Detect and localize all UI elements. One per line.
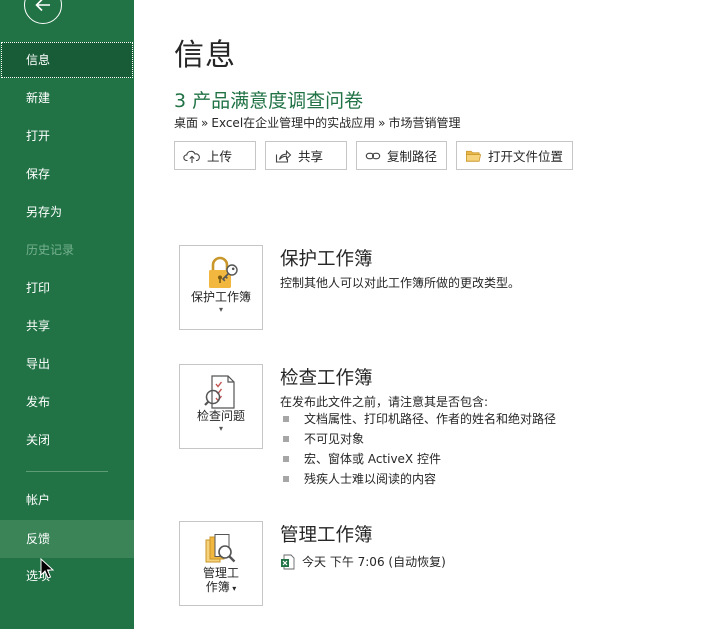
nav-save-as[interactable]: 另存为 xyxy=(0,194,134,230)
nav-export[interactable]: 导出 xyxy=(0,346,134,382)
inspect-workbook-list: 文档属性、打印机路径、作者的姓名和绝对路径 不可见对象 宏、窗体或 Active… xyxy=(283,409,556,489)
backstage-sidebar: 信息 新建 打开 保存 另存为 历史记录 打印 共享 导出 发布 关闭 帐户 反… xyxy=(0,0,134,629)
breadcrumb: 桌面» Excel在企业管理中的实战应用» 市场营销管理 xyxy=(174,114,461,131)
check-for-issues-card-label: 检查问题 xyxy=(196,409,245,423)
folder-icon xyxy=(466,150,482,162)
nav-account[interactable]: 帐户 xyxy=(0,482,134,518)
manage-workbook-card-label: 管理工 作簿 ▾ xyxy=(180,566,262,596)
breadcrumb-separator: » xyxy=(201,116,209,130)
breadcrumb-item: 桌面 xyxy=(174,116,199,130)
protect-workbook-card-label: 保护工作簿 xyxy=(190,290,251,304)
nav-print[interactable]: 打印 xyxy=(0,270,134,306)
manage-workbook-card-label-line2: 作簿 xyxy=(205,580,230,594)
open-file-location-label: 打开文件位置 xyxy=(487,149,563,164)
list-item: 宏、窗体或 ActiveX 控件 xyxy=(283,449,556,469)
nav-save[interactable]: 保存 xyxy=(0,156,134,192)
breadcrumb-item: Excel在企业管理中的实战应用 xyxy=(211,116,376,130)
inspect-workbook-title: 检查工作簿 xyxy=(280,368,373,389)
nav-open[interactable]: 打开 xyxy=(0,118,134,154)
list-item: 残疾人士难以阅读的内容 xyxy=(283,469,556,489)
nav-history: 历史记录 xyxy=(26,243,75,257)
protect-workbook-description: 控制其他人可以对此工作簿所做的更改类型。 xyxy=(280,276,521,290)
link-icon xyxy=(365,152,381,159)
share-button[interactable]: 共享 xyxy=(265,141,347,170)
nav-options[interactable]: 选项 xyxy=(0,558,134,594)
info-pane: 信息 3 产品满意度调查问卷 桌面» Excel在企业管理中的实战应用» 市场营销管… xyxy=(134,0,727,629)
file-actions-bar: 上传 共享 复制路径 打开文件位置 xyxy=(174,141,573,170)
chevron-down-icon: ▾ xyxy=(229,584,237,593)
excel-file-icon xyxy=(281,554,295,569)
back-arrow-icon xyxy=(35,0,50,12)
share-button-label: 共享 xyxy=(298,149,324,164)
breadcrumb-separator: » xyxy=(378,116,386,130)
lock-key-icon xyxy=(209,256,238,288)
autorecover-version-label: 今天 下午 7:06 (自动恢复) xyxy=(302,555,446,569)
inspect-document-icon xyxy=(204,375,235,409)
autorecover-version-link[interactable]: 今天 下午 7:06 (自动恢复) xyxy=(280,553,446,570)
inspect-workbook-description: 在发布此文件之前，请注意其是否包含: xyxy=(280,395,489,409)
check-for-issues-button[interactable]: 检查问题 ▾ xyxy=(179,364,263,449)
list-item: 不可见对象 xyxy=(283,429,556,449)
manage-workbook-title: 管理工作簿 xyxy=(280,525,373,546)
open-file-location-button[interactable]: 打开文件位置 xyxy=(456,141,573,170)
list-item: 文档属性、打印机路径、作者的姓名和绝对路径 xyxy=(283,409,556,429)
nav-new[interactable]: 新建 xyxy=(0,80,134,116)
back-button[interactable] xyxy=(24,0,62,24)
manage-workbook-card-label-line1: 管理工 xyxy=(202,566,239,580)
nav-publish[interactable]: 发布 xyxy=(0,384,134,420)
mouse-cursor-icon xyxy=(40,558,54,579)
copy-path-button-label: 复制路径 xyxy=(386,149,437,164)
protect-workbook-button[interactable]: 保护工作簿 ▾ xyxy=(179,245,263,330)
nav-feedback[interactable]: 反馈 xyxy=(0,520,134,558)
upload-cloud-icon xyxy=(183,150,200,163)
nav-divider xyxy=(26,471,108,472)
nav-close[interactable]: 关闭 xyxy=(0,422,134,458)
nav-share[interactable]: 共享 xyxy=(0,308,134,344)
page-title: 信息 xyxy=(174,38,236,73)
chevron-down-icon: ▾ xyxy=(218,424,223,433)
nav-info[interactable]: 信息 xyxy=(1,42,133,78)
protect-workbook-title: 保护工作簿 xyxy=(280,249,373,270)
chevron-down-icon: ▾ xyxy=(218,305,223,314)
breadcrumb-item: 市场营销管理 xyxy=(388,116,461,130)
manage-workbook-button[interactable]: 管理工 作簿 ▾ xyxy=(179,521,263,606)
document-title: 3 产品满意度调查问卷 xyxy=(174,90,364,112)
upload-button[interactable]: 上传 xyxy=(174,141,256,170)
copy-path-button[interactable]: 复制路径 xyxy=(356,141,447,170)
upload-button-label: 上传 xyxy=(207,149,233,164)
share-arrow-icon xyxy=(275,149,292,163)
